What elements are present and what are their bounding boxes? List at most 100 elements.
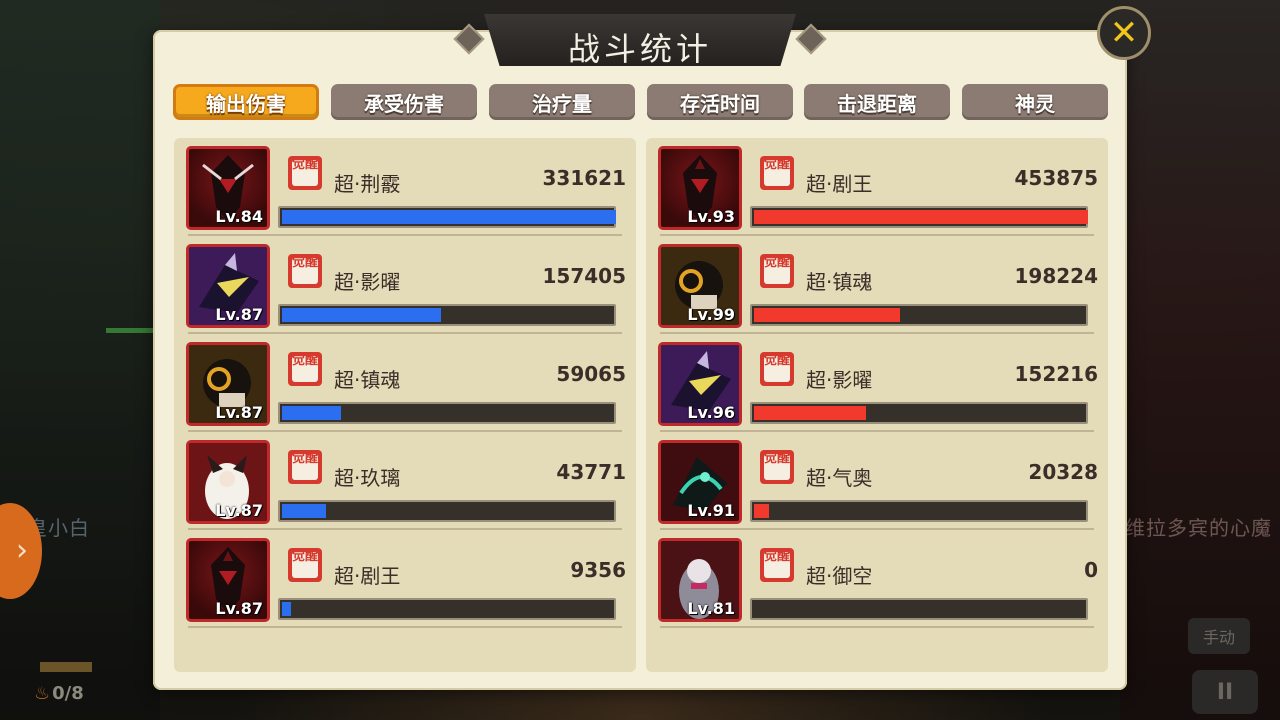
damage-bar-track <box>750 304 1088 326</box>
damage-value: 157405 <box>542 264 627 288</box>
awakened-badge-icon: 觉醒 <box>758 350 796 388</box>
unit-portrait[interactable]: Lv.91 <box>658 440 742 524</box>
unit-level: Lv.96 <box>687 403 735 422</box>
unit-name: 超·镇魂 <box>334 368 401 392</box>
panel-title: 战斗统计 <box>567 30 712 68</box>
left-team-rows: Lv.84 觉醒 超·荆霰 331621 Lv.87 觉醒 超·影曜 157405 Lv.87 觉… <box>174 138 636 672</box>
damage-value: 43771 <box>556 460 626 484</box>
awakened-badge-text: 觉醒 <box>763 157 790 172</box>
awakened-badge-text: 觉醒 <box>291 451 318 466</box>
damage-bar-fill <box>282 308 441 322</box>
unit-level: Lv.87 <box>215 305 263 324</box>
battle-scene-right <box>1120 0 1280 720</box>
energy-counter: ♨ 0/8 <box>34 683 84 704</box>
unit-level: Lv.99 <box>687 305 735 324</box>
unit-stat-row: Lv.84 觉醒超·荆霰 331621 <box>174 138 636 236</box>
damage-value: 20328 <box>1028 460 1098 484</box>
awakened-badge-text: 觉醒 <box>291 353 318 368</box>
damage-value: 0 <box>1084 558 1098 582</box>
unit-level: Lv.81 <box>687 599 735 618</box>
awakened-badge-text: 觉醒 <box>763 451 790 466</box>
unit-portrait[interactable]: Lv.87 <box>186 342 270 426</box>
unit-portrait[interactable]: Lv.99 <box>658 244 742 328</box>
tab-knockback-distance[interactable]: 击退距离 <box>804 84 950 120</box>
unit-portrait[interactable]: Lv.84 <box>186 146 270 230</box>
unit-name: 超·影曜 <box>334 270 401 294</box>
tab-survival-time[interactable]: 存活时间 <box>647 84 793 120</box>
flame-icon: ♨ <box>34 683 51 704</box>
unit-stat-row: Lv.81 觉醒 超·御空 0 <box>646 530 1108 628</box>
unit-level: Lv.87 <box>215 599 263 618</box>
right-player-name: 维拉多宾的心魔 <box>1125 516 1272 540</box>
awakened-badge-icon: 觉醒 <box>758 252 796 290</box>
unit-portrait[interactable]: Lv.93 <box>658 146 742 230</box>
damage-bar-track <box>750 206 1088 228</box>
unit-level: Lv.93 <box>687 207 735 226</box>
chevron-right-icon: › <box>16 533 28 568</box>
battle-scene-left <box>0 0 160 720</box>
damage-bar-track <box>750 598 1088 620</box>
awakened-badge-icon: 觉醒 <box>286 546 324 584</box>
health-bar <box>106 328 154 333</box>
damage-bar-track <box>278 500 616 522</box>
damage-value: 453875 <box>1014 166 1099 190</box>
unit-portrait[interactable]: Lv.87 <box>186 538 270 622</box>
damage-bar-track <box>278 598 616 620</box>
damage-bar-fill <box>282 602 291 616</box>
damage-value: 331621 <box>542 166 627 190</box>
damage-bar-fill <box>754 308 900 322</box>
awakened-badge-text: 觉醒 <box>291 549 318 564</box>
unit-stat-row: Lv.87 觉醒超·影曜 157405 <box>174 236 636 334</box>
awakened-badge-icon: 觉醒 <box>286 448 324 486</box>
unit-name: 超·镇魂 <box>806 270 873 294</box>
unit-portrait[interactable]: Lv.81 <box>658 538 742 622</box>
right-team-rows: Lv.93 觉醒 超·剧王 453875 Lv.99 觉醒 超·镇魂 198224 Lv.96 觉… <box>646 138 1108 672</box>
unit-name: 超·御空 <box>806 564 873 588</box>
unit-level: Lv.84 <box>215 207 263 226</box>
unit-portrait[interactable]: Lv.87 <box>186 440 270 524</box>
tab-deity[interactable]: 神灵 <box>962 84 1108 120</box>
unit-stat-row: Lv.91 觉醒超·气奥 20328 <box>646 432 1108 530</box>
tab-damage-dealt[interactable]: 输出伤害 <box>173 84 319 120</box>
unit-stat-row: Lv.96 觉醒 超·影曜 152216 <box>646 334 1108 432</box>
energy-value: 0/8 <box>52 683 84 704</box>
row-divider <box>188 626 622 628</box>
awakened-badge-text: 觉醒 <box>291 157 318 172</box>
awakened-badge-text: 觉醒 <box>763 353 790 368</box>
pause-button[interactable]: II <box>1192 670 1258 714</box>
awakened-badge-text: 觉醒 <box>291 255 318 270</box>
tab-healing[interactable]: 治疗量 <box>489 84 635 120</box>
close-button[interactable]: ✕ <box>1097 6 1151 60</box>
unit-level: Lv.87 <box>215 501 263 520</box>
awakened-badge-icon: 觉醒 <box>758 546 796 584</box>
row-divider <box>660 626 1094 628</box>
damage-bar-fill <box>754 406 866 420</box>
damage-bar-fill <box>754 210 1088 224</box>
unit-name: 超·气奥 <box>806 466 873 490</box>
awakened-badge-icon: 觉醒 <box>758 154 796 192</box>
unit-stat-row: Lv.87 觉醒超·玖璃 43771 <box>174 432 636 530</box>
unit-name: 超·荆霰 <box>334 172 401 196</box>
damage-value: 198224 <box>1014 264 1099 288</box>
unit-stat-row: Lv.87 觉醒超·剧王 9356 <box>174 530 636 628</box>
unit-stat-row: Lv.93 觉醒 超·剧王 453875 <box>646 138 1108 236</box>
unit-portrait[interactable]: Lv.96 <box>658 342 742 426</box>
tab-damage-taken[interactable]: 承受伤害 <box>331 84 477 120</box>
awakened-badge-icon: 觉醒 <box>286 252 324 290</box>
energy-bar <box>40 662 92 672</box>
damage-bar-track <box>750 500 1088 522</box>
unit-name: 超·剧王 <box>334 564 401 588</box>
manual-mode-button[interactable]: 手动 <box>1188 618 1250 654</box>
damage-bar-fill <box>754 504 769 518</box>
damage-bar-track <box>278 402 616 424</box>
damage-bar-fill <box>282 504 326 518</box>
damage-value: 59065 <box>556 362 626 386</box>
awakened-badge-icon: 觉醒 <box>286 154 324 192</box>
awakened-badge-icon: 觉醒 <box>758 448 796 486</box>
damage-bar-fill <box>282 210 616 224</box>
unit-name: 超·玖璃 <box>334 466 401 490</box>
damage-value: 9356 <box>570 558 626 582</box>
unit-portrait[interactable]: Lv.87 <box>186 244 270 328</box>
unit-level: Lv.87 <box>215 403 263 422</box>
unit-name: 超·影曜 <box>806 368 873 392</box>
